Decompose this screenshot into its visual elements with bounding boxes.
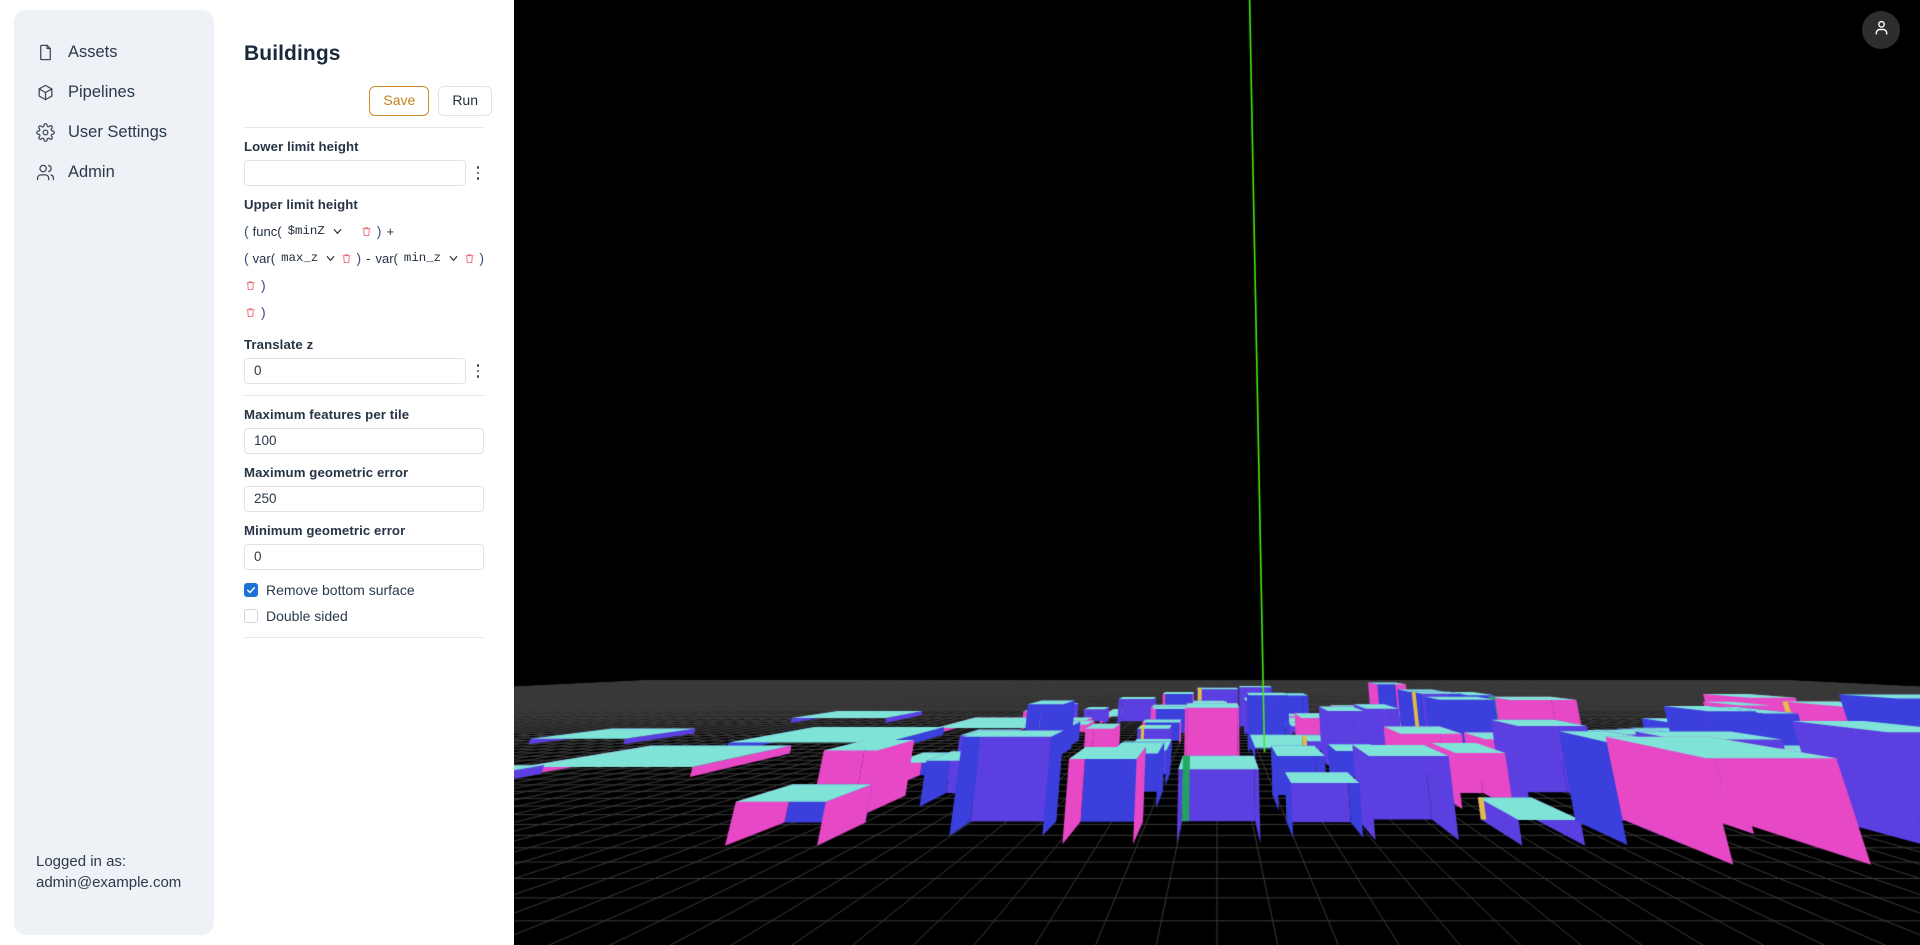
sidebar-item-label: Pipelines [68, 82, 135, 101]
field-label: Translate z [244, 336, 314, 352]
logged-in-label: Logged in as: [36, 853, 127, 870]
delete-icon[interactable] [244, 278, 257, 293]
user-account-button[interactable] [1862, 11, 1900, 49]
divider [244, 636, 484, 638]
field-label: Upper limit height [244, 196, 358, 212]
sidebar-card: Assets Pipelines User Settings Admin Log… [14, 10, 214, 935]
save-button[interactable]: Save [369, 86, 430, 116]
variable-select-min-z[interactable]: min_z [402, 251, 443, 265]
field-label: Lower limit height [244, 138, 359, 154]
minimum-geometric-error-input[interactable] [244, 543, 484, 570]
cube-icon [36, 83, 55, 102]
divider [244, 394, 484, 396]
checkbox-icon[interactable] [244, 608, 258, 623]
lower-limit-height-input[interactable] [244, 159, 466, 186]
settings-panel: Buildings Save Run Lower limit height Up… [214, 0, 514, 945]
close-paren: ) [356, 250, 362, 267]
panel-actions: Save Run [230, 86, 498, 116]
delete-icon[interactable] [360, 224, 373, 239]
3d-scene-canvas[interactable] [514, 0, 1920, 945]
field-maximum-geometric-error: Maximum geometric error [244, 465, 484, 512]
close-paren: ) [479, 250, 484, 267]
user-email: admin@example.com [36, 874, 182, 891]
chevron-down-icon[interactable] [324, 251, 337, 265]
field-label: Minimum geometric error [244, 522, 406, 538]
chevron-down-icon[interactable] [331, 224, 345, 238]
expression-line-1: ( func( $minZ ) + [244, 218, 484, 245]
divider [244, 126, 484, 128]
field-translate-z: Translate z [244, 337, 484, 384]
sidebar-item-assets[interactable]: Assets [14, 32, 214, 72]
sidebar: Assets Pipelines User Settings Admin Log… [0, 0, 214, 945]
variable-select-max-z[interactable]: max_z [279, 251, 320, 265]
page-title: Buildings [244, 42, 341, 65]
operator: - [366, 250, 371, 266]
field-label: Maximum features per tile [244, 406, 410, 422]
expression-line-2: ( var( max_z ) - var( min_z) [244, 245, 484, 272]
input-row [244, 357, 484, 384]
delete-icon[interactable] [341, 251, 353, 266]
expression-line-3: ) [244, 272, 484, 299]
close-paren: ) [376, 223, 382, 240]
checkbox-icon[interactable] [244, 582, 258, 597]
sidebar-item-admin[interactable]: Admin [14, 152, 214, 192]
sidebar-item-label: Admin [68, 162, 115, 181]
maximum-features-per-tile-input[interactable] [244, 427, 484, 454]
checkbox-remove-bottom-surface[interactable]: Remove bottom surface [244, 577, 484, 603]
sidebar-item-label: Assets [68, 42, 118, 61]
gear-icon [36, 122, 55, 142]
users-icon [36, 163, 55, 182]
checkbox-label: Double sided [266, 607, 348, 624]
sidebar-item-user-settings[interactable]: User Settings [14, 112, 214, 152]
field-label: Maximum geometric error [244, 464, 409, 480]
delete-icon[interactable] [244, 305, 257, 320]
field-maximum-features-per-tile: Maximum features per tile [244, 407, 484, 454]
maximum-geometric-error-input[interactable] [244, 485, 484, 512]
delete-icon[interactable] [464, 251, 476, 266]
expression-line-4: ) [244, 299, 484, 326]
function-name: func( [252, 223, 282, 239]
function-name: var( [252, 250, 276, 266]
close-paren: ) [261, 304, 266, 321]
checkbox-double-sided[interactable]: Double sided [244, 603, 484, 629]
operator: + [386, 223, 395, 239]
upper-limit-expression-builder: ( func( $minZ ) + ( var( max_z) - var(… [244, 218, 484, 326]
sidebar-nav: Assets Pipelines User Settings Admin [14, 32, 214, 192]
close-paren: ) [261, 277, 266, 294]
file-icon [36, 43, 55, 62]
function-argument-select[interactable]: $minZ [286, 224, 327, 238]
translate-z-input[interactable] [244, 357, 466, 384]
3d-viewport[interactable] [514, 0, 1920, 945]
chevron-down-icon[interactable] [447, 251, 460, 265]
field-upper-limit-height: Upper limit height [244, 197, 484, 212]
input-row [244, 159, 484, 186]
translate-z-options-kebab-icon[interactable] [472, 360, 484, 382]
field-lower-limit-height: Lower limit height [244, 139, 484, 186]
checkbox-label: Remove bottom surface [266, 581, 415, 598]
person-icon [1872, 18, 1891, 42]
sidebar-footer: Logged in as: admin@example.com [36, 851, 181, 893]
open-paren: ( [244, 250, 249, 267]
function-name: var( [375, 250, 398, 266]
lower-limit-options-kebab-icon[interactable] [472, 162, 484, 184]
field-minimum-geometric-error: Minimum geometric error [244, 523, 484, 570]
run-button[interactable]: Run [438, 86, 492, 116]
app-root: Assets Pipelines User Settings Admin Log… [0, 0, 1920, 945]
sidebar-item-label: User Settings [68, 122, 168, 141]
sidebar-item-pipelines[interactable]: Pipelines [14, 72, 214, 112]
open-paren: ( [244, 223, 249, 240]
